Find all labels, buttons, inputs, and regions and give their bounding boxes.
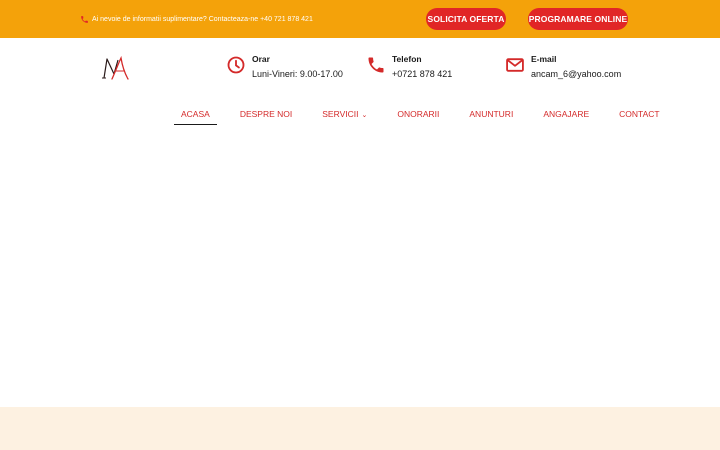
topbar-contact-message: Ai nevoie de informatii suplimentare? Co… <box>80 13 313 25</box>
phone-icon <box>368 57 384 73</box>
nav-item-label: SERVICII <box>322 109 359 119</box>
hours-info: Orar Luni-Vineri: 9.00-17.00 <box>226 54 343 84</box>
nav-item-acasa[interactable]: ACASA <box>174 106 217 125</box>
nav-item-label: ONORARII <box>397 109 440 119</box>
logo-monogram <box>102 55 129 80</box>
nav-item-label: ANUNTURI <box>469 109 514 119</box>
nav-item-label: DESPRE NOI <box>239 109 293 119</box>
nav-item-angajare[interactable]: ANGAJARE <box>536 106 596 123</box>
nav-item-label: CONTACT <box>619 109 660 119</box>
topbar-message-text: Ai nevoie de informatii suplimentare? Co… <box>92 15 313 23</box>
nav-item-label: ANGAJARE <box>543 109 590 119</box>
nav-item-onorarii[interactable]: ONORARII <box>390 106 446 123</box>
envelope-icon <box>506 58 524 72</box>
nav-item-label: ACASA <box>181 109 210 119</box>
hours-value: Luni-Vineri: 9.00-17.00 <box>252 69 343 79</box>
nav-item-servicii[interactable]: SERVICII ⌄ <box>315 106 374 123</box>
phone-label: Telefon <box>392 54 422 64</box>
footer-band <box>0 407 720 450</box>
site-logo[interactable] <box>100 54 130 82</box>
nav-item-despre-noi[interactable]: DESPRE NOI <box>233 106 299 123</box>
online-booking-button[interactable]: PROGRAMARE ONLINE <box>528 8 628 30</box>
chevron-down-icon: ⌄ <box>361 112 368 119</box>
phone-icon <box>81 15 88 23</box>
phone-value[interactable]: +0721 878 421 <box>392 67 452 81</box>
nav-item-anunturi[interactable]: ANUNTURI <box>462 106 520 123</box>
email-info: E-mail ancam_6@yahoo.com <box>505 54 621 84</box>
phone-info: Telefon +0721 878 421 <box>366 54 452 84</box>
nav-item-contact[interactable]: CONTACT <box>612 106 666 123</box>
request-offer-button[interactable]: SOLICITA OFERTA <box>426 8 506 30</box>
email-label: E-mail <box>531 54 557 64</box>
email-value[interactable]: ancam_6@yahoo.com <box>531 67 621 81</box>
top-bar: Ai nevoie de informatii suplimentare? Co… <box>0 0 720 38</box>
clock-icon <box>227 56 245 74</box>
main-nav: ACASA DESPRE NOI SERVICII ⌄ ONORARII ANUN… <box>174 106 683 125</box>
hours-label: Orar <box>252 54 270 64</box>
